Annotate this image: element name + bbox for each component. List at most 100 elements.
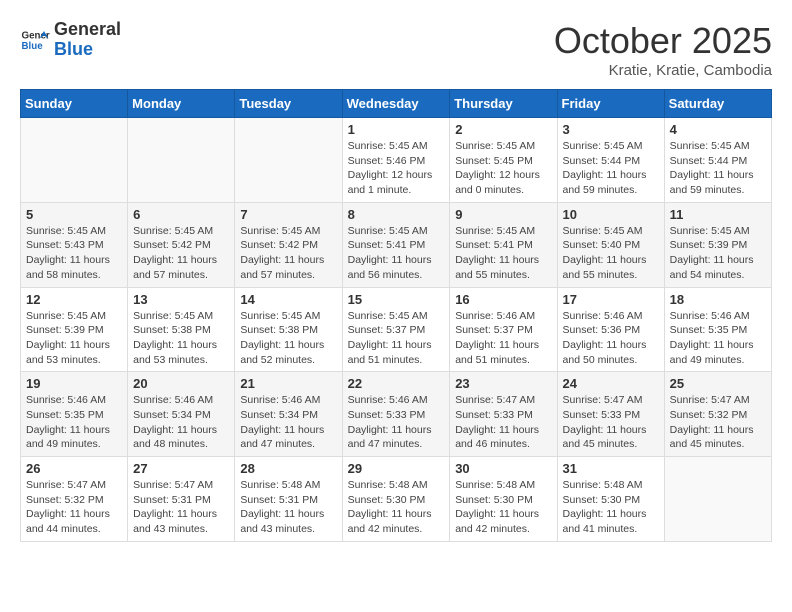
day-number: 19: [26, 376, 122, 391]
day-number: 10: [563, 207, 659, 222]
day-info: Sunrise: 5:45 AM Sunset: 5:42 PM Dayligh…: [133, 224, 229, 283]
calendar-cell: 12Sunrise: 5:45 AM Sunset: 5:39 PM Dayli…: [21, 287, 128, 372]
day-info: Sunrise: 5:45 AM Sunset: 5:41 PM Dayligh…: [455, 224, 551, 283]
calendar-cell: 16 Sunrise: 5:46 AM Sunset: 5:37 PM Dayli…: [450, 287, 557, 372]
calendar-cell: 23 Sunrise: 5:47 AM Sunset: 5:33 PM Dayli…: [450, 372, 557, 457]
day-info: Sunrise: 5:46 AM Sunset: 5:34 PM Dayligh…: [133, 393, 229, 452]
day-info: Sunrise: 5:45 AM Sunset: 5:44 PM Dayligh…: [670, 139, 766, 198]
calendar-cell: 26 Sunrise: 5:47 AM Sunset: 5:32 PM Dayli…: [21, 457, 128, 542]
day-info: Sunrise: 5:46 AM Sunset: 5:34 PM Dayligh…: [240, 393, 336, 452]
calendar-cell: 29 Sunrise: 5:48 AM Sunset: 5:30 PM Dayli…: [342, 457, 450, 542]
days-header-row: SundayMondayTuesdayWednesdayThursdayFrid…: [21, 90, 772, 118]
day-info: Sunrise: 5:45 AM Sunset: 5:38 PM Dayligh…: [133, 309, 229, 368]
calendar-cell: 22Sunrise: 5:46 AM Sunset: 5:33 PM Dayli…: [342, 372, 450, 457]
day-info: Sunrise: 5:45 AM Sunset: 5:42 PM Dayligh…: [240, 224, 336, 283]
month-title: October 2025: [554, 20, 772, 62]
calendar-cell: 11 Sunrise: 5:45 AM Sunset: 5:39 PM Dayli…: [664, 202, 771, 287]
day-number: 16: [455, 292, 551, 307]
calendar-cell: [128, 118, 235, 203]
calendar-cell: 5 Sunrise: 5:45 AM Sunset: 5:43 PM Daylig…: [21, 202, 128, 287]
calendar-cell: [664, 457, 771, 542]
day-info: Sunrise: 5:48 AM Sunset: 5:30 PM Dayligh…: [563, 478, 659, 537]
day-info: Sunrise: 5:45 AM Sunset: 5:37 PM Dayligh…: [348, 309, 445, 368]
day-header-sunday: Sunday: [21, 90, 128, 118]
calendar-cell: 25Sunrise: 5:47 AM Sunset: 5:32 PM Dayli…: [664, 372, 771, 457]
calendar-cell: [21, 118, 128, 203]
day-number: 25: [670, 376, 766, 391]
day-number: 30: [455, 461, 551, 476]
day-number: 8: [348, 207, 445, 222]
calendar-cell: 3 Sunrise: 5:45 AM Sunset: 5:44 PM Daylig…: [557, 118, 664, 203]
day-info: Sunrise: 5:45 AM Sunset: 5:45 PM Dayligh…: [455, 139, 551, 198]
day-info: Sunrise: 5:45 AM Sunset: 5:40 PM Dayligh…: [563, 224, 659, 283]
week-row-3: 12Sunrise: 5:45 AM Sunset: 5:39 PM Dayli…: [21, 287, 772, 372]
calendar-cell: 15 Sunrise: 5:45 AM Sunset: 5:37 PM Dayli…: [342, 287, 450, 372]
day-info: Sunrise: 5:47 AM Sunset: 5:33 PM Dayligh…: [455, 393, 551, 452]
day-info: Sunrise: 5:45 AM Sunset: 5:46 PM Dayligh…: [348, 139, 445, 198]
day-number: 7: [240, 207, 336, 222]
day-header-tuesday: Tuesday: [235, 90, 342, 118]
calendar-cell: [235, 118, 342, 203]
location-subtitle: Kratie, Kratie, Cambodia: [554, 62, 772, 79]
day-number: 9: [455, 207, 551, 222]
day-info: Sunrise: 5:45 AM Sunset: 5:44 PM Dayligh…: [563, 139, 659, 198]
day-number: 29: [348, 461, 445, 476]
week-row-5: 26 Sunrise: 5:47 AM Sunset: 5:32 PM Dayli…: [21, 457, 772, 542]
day-header-wednesday: Wednesday: [342, 90, 450, 118]
day-number: 5: [26, 207, 122, 222]
day-number: 17: [563, 292, 659, 307]
day-info: Sunrise: 5:45 AM Sunset: 5:39 PM Dayligh…: [26, 309, 122, 368]
day-number: 26: [26, 461, 122, 476]
day-number: 4: [670, 122, 766, 137]
day-info: Sunrise: 5:48 AM Sunset: 5:30 PM Dayligh…: [455, 478, 551, 537]
week-row-1: 1 Sunrise: 5:45 AM Sunset: 5:46 PM Daylig…: [21, 118, 772, 203]
day-info: Sunrise: 5:46 AM Sunset: 5:33 PM Dayligh…: [348, 393, 445, 452]
day-number: 11: [670, 207, 766, 222]
day-number: 1: [348, 122, 445, 137]
day-number: 27: [133, 461, 229, 476]
day-number: 15: [348, 292, 445, 307]
day-header-saturday: Saturday: [664, 90, 771, 118]
calendar-cell: 13Sunrise: 5:45 AM Sunset: 5:38 PM Dayli…: [128, 287, 235, 372]
day-info: Sunrise: 5:46 AM Sunset: 5:37 PM Dayligh…: [455, 309, 551, 368]
calendar-table: SundayMondayTuesdayWednesdayThursdayFrid…: [20, 89, 772, 542]
calendar-cell: 27Sunrise: 5:47 AM Sunset: 5:31 PM Dayli…: [128, 457, 235, 542]
svg-text:Blue: Blue: [22, 41, 44, 52]
day-header-friday: Friday: [557, 90, 664, 118]
calendar-cell: 24Sunrise: 5:47 AM Sunset: 5:33 PM Dayli…: [557, 372, 664, 457]
day-info: Sunrise: 5:46 AM Sunset: 5:36 PM Dayligh…: [563, 309, 659, 368]
day-number: 3: [563, 122, 659, 137]
logo-blue-text: Blue: [54, 40, 121, 60]
calendar-cell: 14Sunrise: 5:45 AM Sunset: 5:38 PM Dayli…: [235, 287, 342, 372]
day-info: Sunrise: 5:46 AM Sunset: 5:35 PM Dayligh…: [26, 393, 122, 452]
day-info: Sunrise: 5:47 AM Sunset: 5:32 PM Dayligh…: [26, 478, 122, 537]
day-number: 23: [455, 376, 551, 391]
day-info: Sunrise: 5:45 AM Sunset: 5:39 PM Dayligh…: [670, 224, 766, 283]
calendar-cell: 18Sunrise: 5:46 AM Sunset: 5:35 PM Dayli…: [664, 287, 771, 372]
day-info: Sunrise: 5:48 AM Sunset: 5:30 PM Dayligh…: [348, 478, 445, 537]
title-block: October 2025 Kratie, Kratie, Cambodia: [554, 20, 772, 79]
day-info: Sunrise: 5:46 AM Sunset: 5:35 PM Dayligh…: [670, 309, 766, 368]
calendar-cell: 2 Sunrise: 5:45 AM Sunset: 5:45 PM Daylig…: [450, 118, 557, 203]
day-header-monday: Monday: [128, 90, 235, 118]
day-info: Sunrise: 5:48 AM Sunset: 5:31 PM Dayligh…: [240, 478, 336, 537]
calendar-cell: 31 Sunrise: 5:48 AM Sunset: 5:30 PM Dayli…: [557, 457, 664, 542]
day-number: 21: [240, 376, 336, 391]
day-number: 31: [563, 461, 659, 476]
calendar-cell: 28Sunrise: 5:48 AM Sunset: 5:31 PM Dayli…: [235, 457, 342, 542]
day-info: Sunrise: 5:45 AM Sunset: 5:41 PM Dayligh…: [348, 224, 445, 283]
calendar-cell: 8 Sunrise: 5:45 AM Sunset: 5:41 PM Daylig…: [342, 202, 450, 287]
day-info: Sunrise: 5:45 AM Sunset: 5:38 PM Dayligh…: [240, 309, 336, 368]
calendar-cell: 7 Sunrise: 5:45 AM Sunset: 5:42 PM Daylig…: [235, 202, 342, 287]
calendar-cell: 10 Sunrise: 5:45 AM Sunset: 5:40 PM Dayli…: [557, 202, 664, 287]
day-number: 6: [133, 207, 229, 222]
day-info: Sunrise: 5:45 AM Sunset: 5:43 PM Dayligh…: [26, 224, 122, 283]
week-row-2: 5 Sunrise: 5:45 AM Sunset: 5:43 PM Daylig…: [21, 202, 772, 287]
day-number: 2: [455, 122, 551, 137]
calendar-cell: 30 Sunrise: 5:48 AM Sunset: 5:30 PM Dayli…: [450, 457, 557, 542]
day-header-thursday: Thursday: [450, 90, 557, 118]
calendar-cell: 20Sunrise: 5:46 AM Sunset: 5:34 PM Dayli…: [128, 372, 235, 457]
calendar-cell: 17 Sunrise: 5:46 AM Sunset: 5:36 PM Dayli…: [557, 287, 664, 372]
logo: General Blue General Blue: [20, 20, 121, 60]
calendar-cell: 4 Sunrise: 5:45 AM Sunset: 5:44 PM Daylig…: [664, 118, 771, 203]
